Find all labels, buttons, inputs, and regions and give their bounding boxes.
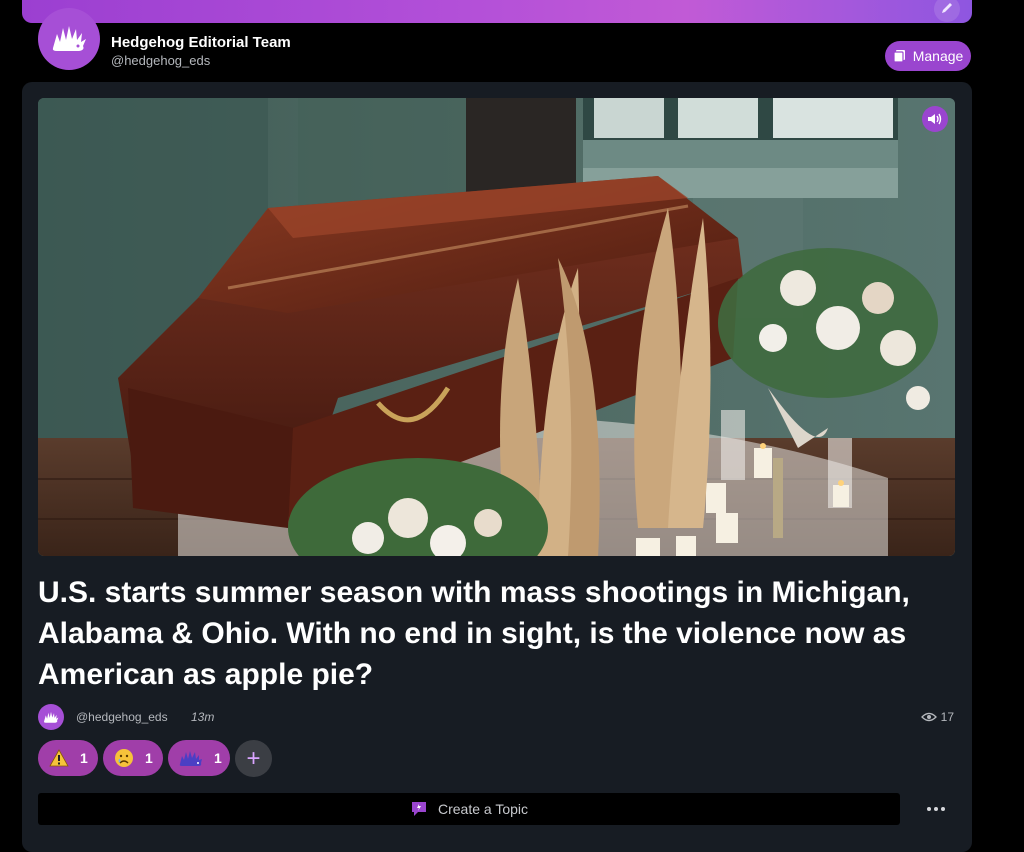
edit-banner-button[interactable] xyxy=(934,0,960,22)
manage-label: Manage xyxy=(912,48,964,64)
more-dot xyxy=(941,807,945,811)
chat-bubble-icon xyxy=(411,802,426,816)
profile-avatar[interactable] xyxy=(38,8,100,70)
create-topic-button[interactable]: Create a Topic xyxy=(38,793,900,825)
reaction-count: 1 xyxy=(80,750,88,766)
mute-toggle-button[interactable] xyxy=(922,106,948,132)
more-dot xyxy=(934,807,938,811)
profile-banner xyxy=(22,0,972,23)
more-options-button[interactable] xyxy=(921,800,951,818)
view-count-value: 17 xyxy=(940,710,954,724)
copy-icon xyxy=(893,50,905,63)
pencil-icon xyxy=(942,3,952,13)
reaction-hedgehog[interactable]: 1 xyxy=(168,740,230,776)
post-image[interactable] xyxy=(38,98,955,556)
reaction-count: 1 xyxy=(145,750,153,766)
plus-icon: + xyxy=(246,744,261,772)
reaction-count: 1 xyxy=(214,750,222,766)
add-reaction-button[interactable]: + xyxy=(235,740,272,777)
author-avatar[interactable] xyxy=(38,704,64,730)
reaction-sad[interactable]: 1 xyxy=(103,740,163,776)
profile-handle: @hedgehog_eds xyxy=(111,53,211,68)
more-dot xyxy=(927,807,931,811)
post-title[interactable]: U.S. starts summer season with mass shoo… xyxy=(38,572,938,695)
reaction-warning[interactable]: 1 xyxy=(38,740,98,776)
manage-button[interactable]: Manage xyxy=(885,41,971,71)
hedgehog-icon xyxy=(52,26,86,51)
author-handle[interactable]: @hedgehog_eds xyxy=(76,710,168,724)
casket-image xyxy=(38,98,955,556)
profile-name: Hedgehog Editorial Team xyxy=(111,34,291,51)
post-time: 13m xyxy=(191,710,215,724)
warning-emoji-icon xyxy=(48,747,70,769)
create-topic-label: Create a Topic xyxy=(437,801,528,817)
hedgehog-emoji-icon xyxy=(178,747,204,769)
hedgehog-icon xyxy=(43,711,59,723)
speaker-icon xyxy=(928,113,942,125)
view-count: 17 xyxy=(920,710,954,724)
eye-icon xyxy=(920,712,937,722)
sad-emoji-icon xyxy=(113,747,135,769)
